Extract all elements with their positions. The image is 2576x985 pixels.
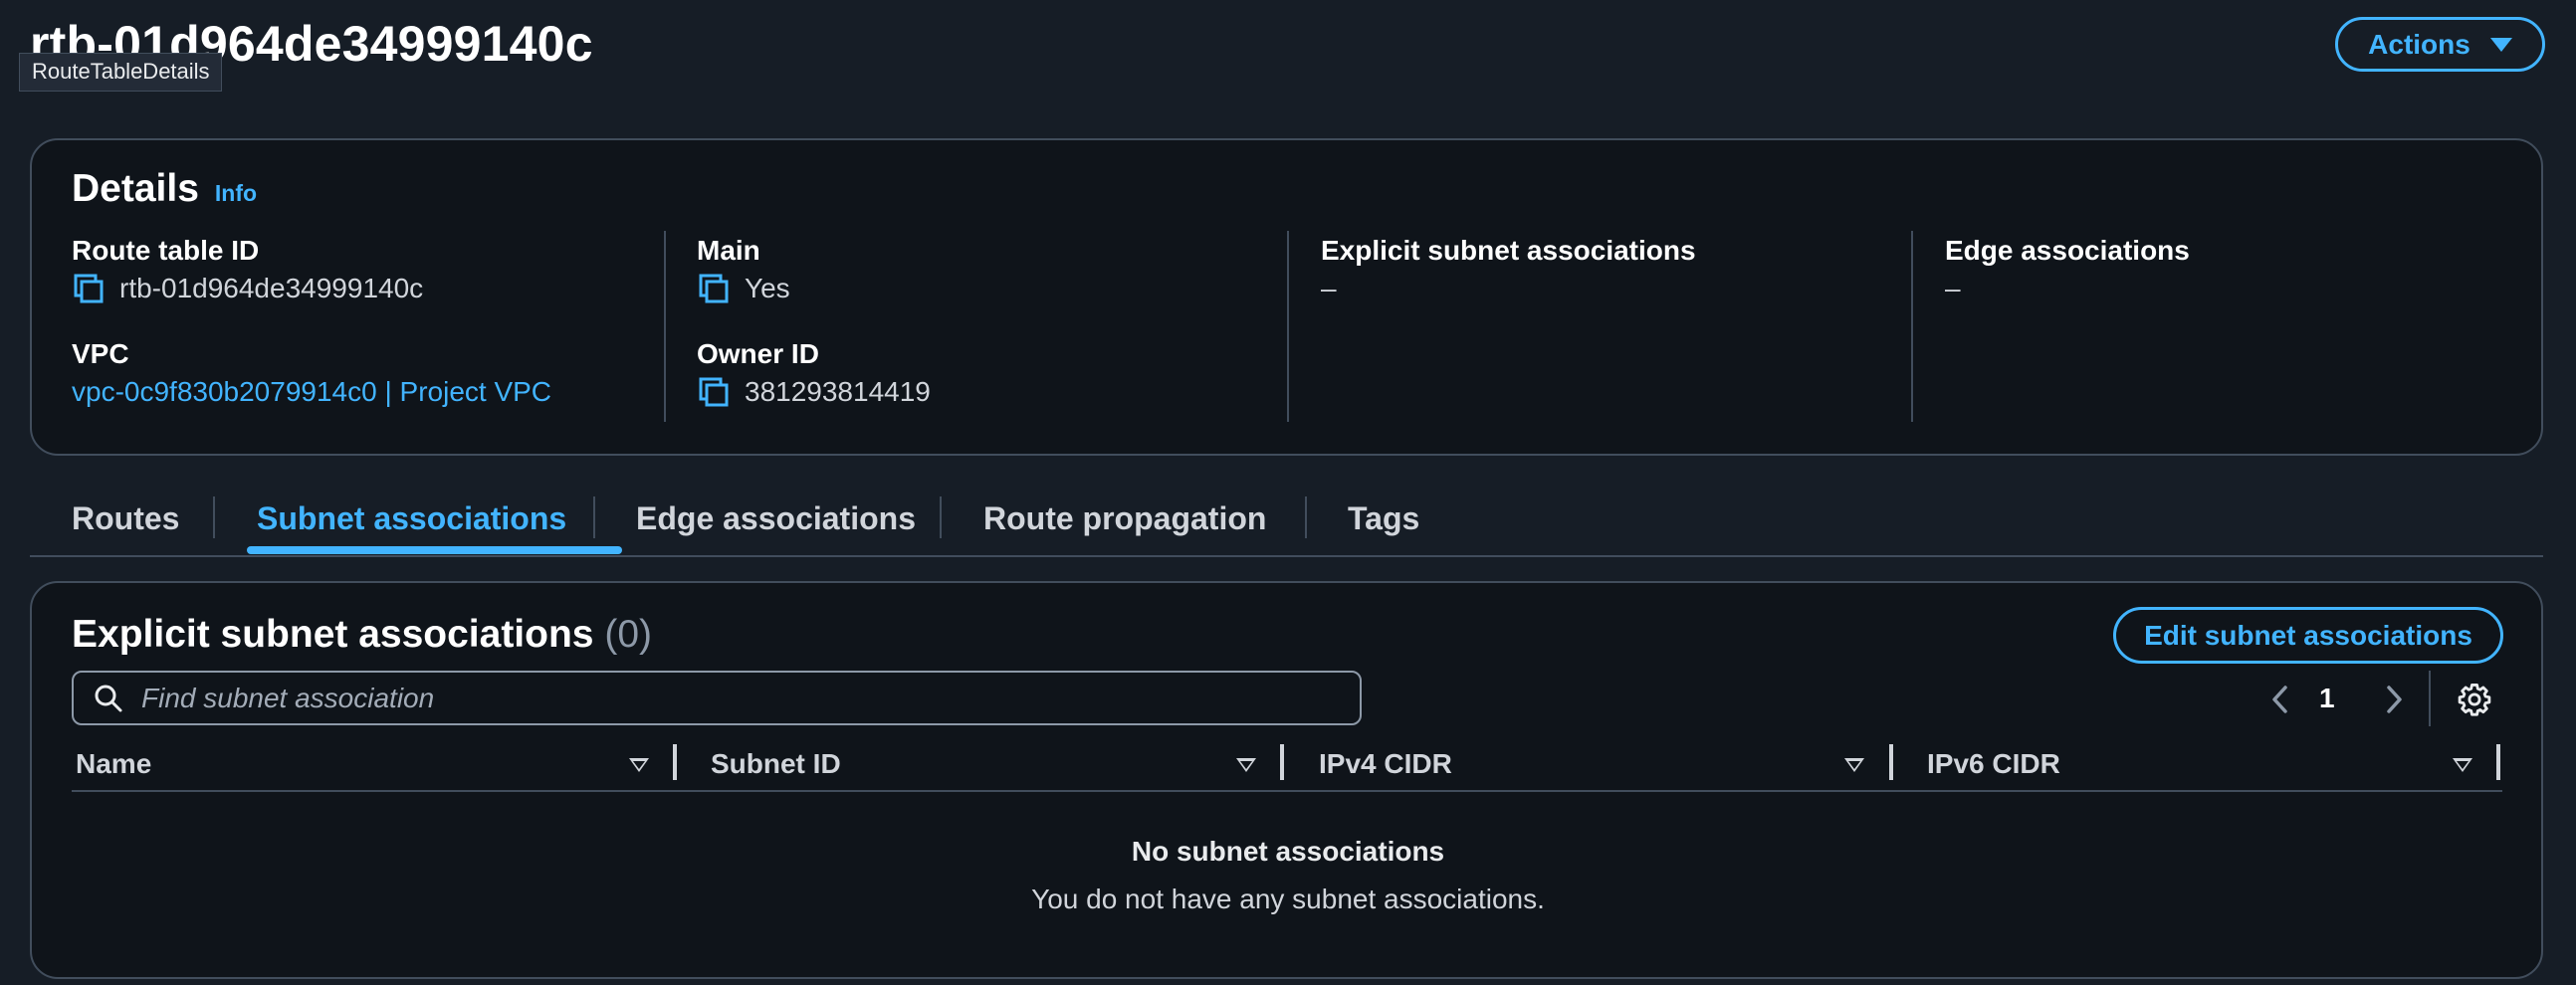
- table-header: Name Subnet ID IPv4 CIDR IPv6 CIDR: [72, 740, 2502, 792]
- tab-separator: [940, 496, 942, 538]
- main-value: Yes: [697, 269, 931, 308]
- column-divider: [1911, 231, 1913, 422]
- caret-down-icon: [2489, 37, 2512, 52]
- owner-id-label: Owner ID: [697, 338, 819, 369]
- details-column-4: Edge associations –: [1945, 231, 2190, 308]
- column-header-ipv6-cidr[interactable]: IPv6 CIDR: [1927, 744, 2060, 784]
- copy-icon[interactable]: [72, 272, 106, 305]
- sort-icon[interactable]: [2453, 758, 2472, 772]
- search-box: [72, 671, 1362, 725]
- tab-tags[interactable]: Tags: [1348, 497, 1419, 539]
- column-header-name[interactable]: Name: [76, 744, 151, 784]
- empty-state-title: No subnet associations: [1131, 836, 1445, 867]
- column-resizer[interactable]: [673, 744, 677, 780]
- subnet-associations-heading: Explicit subnet associations: [72, 613, 594, 656]
- details-column-1: Route table ID rtb-01d964de34999140c VPC…: [72, 231, 551, 412]
- tab-route-propagation[interactable]: Route propagation: [983, 497, 1266, 539]
- chevron-left-icon[interactable]: [2269, 685, 2291, 714]
- column-divider: [664, 231, 666, 422]
- route-table-id-value: rtb-01d964de34999140c: [72, 269, 551, 308]
- copy-icon[interactable]: [697, 375, 731, 409]
- column-divider: [1287, 231, 1289, 422]
- search-input[interactable]: [139, 681, 1360, 715]
- pager-divider: [2429, 671, 2431, 726]
- info-link[interactable]: Info: [215, 180, 257, 207]
- column-resizer[interactable]: [2496, 744, 2500, 780]
- chevron-right-icon[interactable]: [2383, 685, 2405, 714]
- details-title: Details: [72, 167, 199, 210]
- tab-separator: [1305, 496, 1307, 538]
- main-text: Yes: [745, 273, 790, 303]
- sort-icon[interactable]: [1844, 758, 1864, 772]
- subnet-associations-title: Explicit subnet associations (0): [72, 609, 652, 661]
- main-label: Main: [697, 235, 760, 266]
- column-resizer[interactable]: [1889, 744, 1893, 780]
- subnet-associations-count: (0): [604, 613, 652, 656]
- tab-separator: [593, 496, 595, 538]
- edge-associations-value: –: [1945, 273, 1961, 303]
- vpc-label: VPC: [72, 338, 129, 369]
- page-number[interactable]: 1: [2319, 679, 2335, 718]
- tab-edge-associations[interactable]: Edge associations: [636, 497, 916, 539]
- vpc-value: vpc-0c9f830b2079914c0 | Project VPC: [72, 372, 551, 412]
- actions-button-label: Actions: [2368, 28, 2470, 60]
- explicit-subnet-associations-value: –: [1321, 273, 1337, 303]
- details-column-3: Explicit subnet associations –: [1321, 231, 1696, 308]
- tab-routes[interactable]: Routes: [72, 497, 179, 539]
- details-header: Details Info: [72, 167, 257, 211]
- active-tab-indicator: [247, 546, 622, 554]
- route-table-id-label: Route table ID: [72, 235, 260, 266]
- tab-separator: [213, 496, 215, 538]
- edge-associations-label: Edge associations: [1945, 235, 2190, 266]
- details-column-2: Main Yes Owner ID 381293814419: [697, 231, 931, 412]
- owner-id-text: 381293814419: [745, 376, 931, 407]
- gear-icon[interactable]: [2456, 681, 2493, 718]
- sort-icon[interactable]: [1236, 758, 1256, 772]
- explicit-subnet-associations-label: Explicit subnet associations: [1321, 235, 1696, 266]
- owner-id-value: 381293814419: [697, 372, 931, 412]
- route-table-id-text: rtb-01d964de34999140c: [119, 273, 424, 303]
- column-header-ipv4-cidr[interactable]: IPv4 CIDR: [1319, 744, 1452, 784]
- vpc-link[interactable]: vpc-0c9f830b2079914c0 | Project VPC: [72, 372, 551, 412]
- tooltip: RouteTableDetails: [19, 53, 222, 92]
- column-resizer[interactable]: [1280, 744, 1284, 780]
- copy-icon[interactable]: [697, 272, 731, 305]
- edit-subnet-associations-button[interactable]: Edit subnet associations: [2113, 607, 2503, 664]
- search-icon: [95, 685, 122, 711]
- empty-state-text: You do not have any subnet associations.: [1031, 884, 1545, 914]
- tab-subnet-associations[interactable]: Subnet associations: [257, 497, 566, 539]
- tab-bar: Routes Subnet associations Edge associat…: [30, 488, 2543, 557]
- column-header-subnet-id[interactable]: Subnet ID: [711, 744, 841, 784]
- actions-button[interactable]: Actions: [2335, 17, 2545, 72]
- sort-icon[interactable]: [629, 758, 649, 772]
